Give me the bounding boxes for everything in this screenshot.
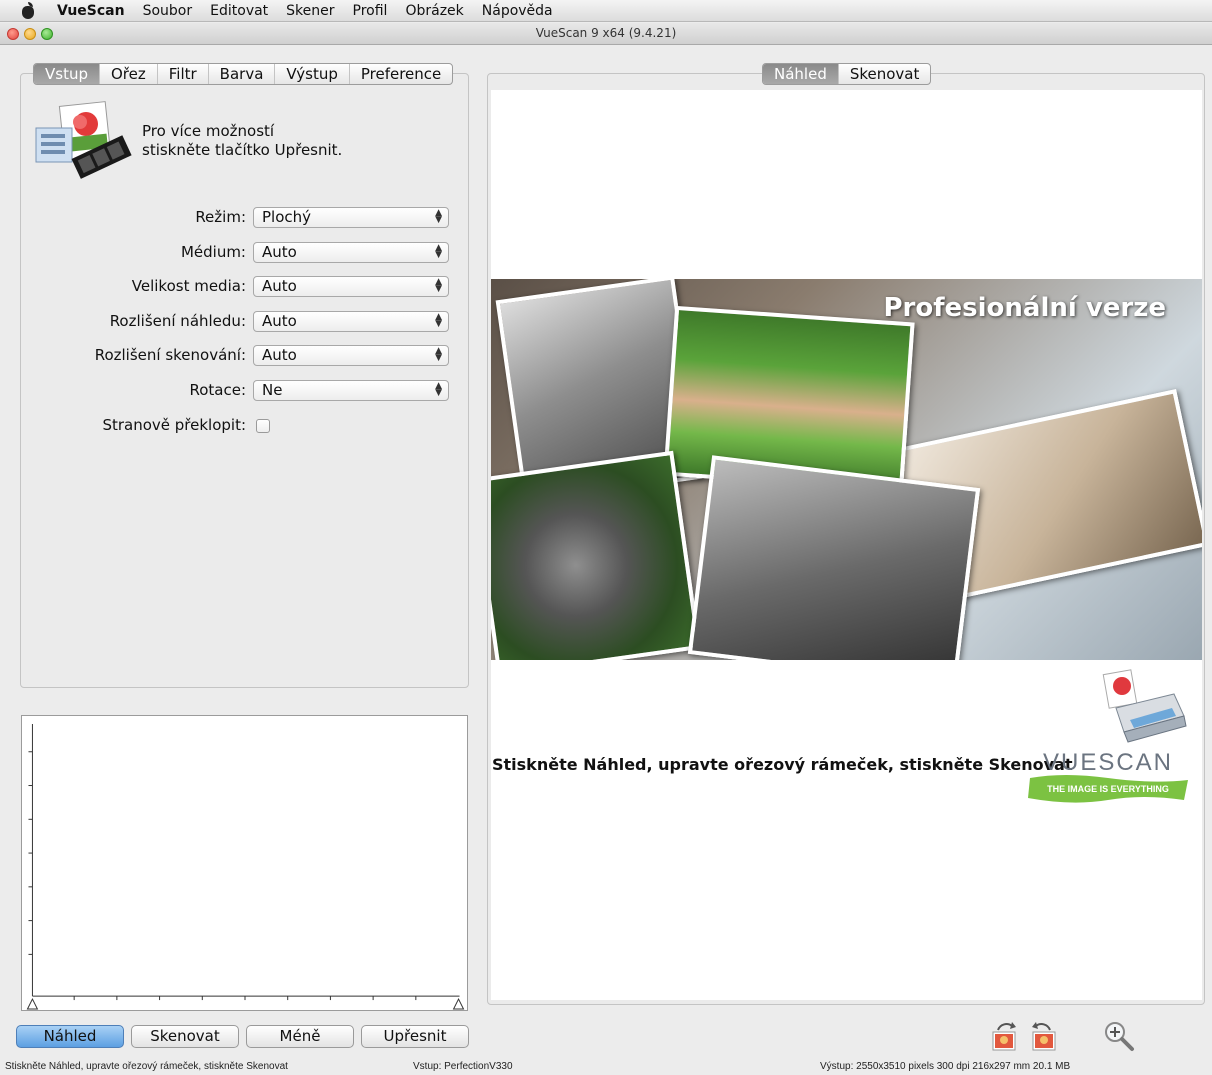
select-arrows-icon: ▲ ▼ <box>435 277 442 294</box>
tab-filtr[interactable]: Filtr <box>158 64 209 84</box>
menu-obrazek[interactable]: Obrázek <box>396 3 472 19</box>
row-preklopit: Stranově překlopit: <box>30 415 460 437</box>
apple-icon[interactable] <box>20 1 36 19</box>
scanner-icon <box>1102 669 1187 743</box>
settings-tabs: Vstup Ořez Filtr Barva Výstup Preference <box>33 63 454 85</box>
zoom-in-icon[interactable] <box>1102 1020 1136 1052</box>
tab-vstup[interactable]: Vstup <box>34 64 100 84</box>
preview-tabs: Náhled Skenovat <box>762 63 932 85</box>
status-input: Vstup: PerfectionV330 <box>413 1061 513 1072</box>
promo-title: Profesionální verze <box>883 293 1166 323</box>
upresnit-button[interactable]: Upřesnit <box>361 1025 469 1048</box>
select-rezim-value: Plochý <box>262 208 312 226</box>
preview-hint: Stiskněte Náhled, upravte ořezový rámeče… <box>492 755 1073 774</box>
menu-soubor[interactable]: Soubor <box>134 3 202 19</box>
select-medium[interactable]: Auto ▲ ▼ <box>253 242 449 263</box>
label-preklopit: Stranově překlopit: <box>102 416 246 434</box>
dog-photo <box>491 450 701 660</box>
row-rotace: Rotace: Ne ▲ ▼ <box>30 380 460 402</box>
select-rotace[interactable]: Ne ▲ ▼ <box>253 380 449 401</box>
label-rozliseni-skenovani: Rozlišení skenování: <box>94 346 246 364</box>
select-arrows-icon: ▲ ▼ <box>435 208 442 225</box>
zoom-window-button[interactable] <box>41 28 53 40</box>
menu-skener[interactable]: Skener <box>277 3 343 19</box>
status-output: Výstup: 2550x3510 pixels 300 dpi 216x297… <box>820 1061 1071 1072</box>
select-velikost[interactable]: Auto ▲ ▼ <box>253 276 449 297</box>
tab-orez[interactable]: Ořez <box>100 64 158 84</box>
minimize-window-button[interactable] <box>24 28 36 40</box>
select-rotace-value: Ne <box>262 381 283 399</box>
row-velikost: Velikost media: Auto ▲ ▼ <box>30 276 460 298</box>
tab-vystup[interactable]: Výstup <box>275 64 350 84</box>
scanner-info-icon <box>35 101 132 179</box>
logo-tagline: THE IMAGE IS EVERYTHING <box>1047 784 1169 794</box>
skenovat-button[interactable]: Skenovat <box>131 1025 239 1048</box>
tab-preference[interactable]: Preference <box>350 64 452 84</box>
select-rozliseni-nahledu-value: Auto <box>262 312 297 330</box>
black-point-handle <box>26 997 39 1010</box>
menu-profil[interactable]: Profil <box>344 3 397 19</box>
logo-text: VUESCAN <box>1043 749 1173 776</box>
promo-collage-image: Profesionální verze <box>491 279 1202 660</box>
close-window-button[interactable] <box>7 28 19 40</box>
label-velikost: Velikost media: <box>131 277 246 295</box>
white-point-handle <box>452 997 465 1010</box>
label-rezim: Režim: <box>195 208 246 226</box>
mene-button[interactable]: Méně <box>246 1025 354 1048</box>
tab-barva[interactable]: Barva <box>209 64 276 84</box>
rotate-left-icon[interactable] <box>990 1020 1020 1052</box>
label-medium: Médium: <box>180 243 246 261</box>
advanced-hint-line2: stiskněte tlačítko Upřesnit. <box>142 141 343 159</box>
window-titlebar: VueScan 9 x64 (9.4.21) <box>0 23 1212 45</box>
boys-bw-photo <box>687 455 981 660</box>
row-rezim: Režim: Plochý ▲ ▼ <box>30 207 460 229</box>
vuescan-logo: VUESCAN THE IMAGE IS EVERYTHING <box>1028 669 1188 803</box>
row-medium: Médium: Auto ▲ ▼ <box>30 242 460 264</box>
advanced-hint-line1: Pro více možností <box>142 122 275 140</box>
label-rozliseni-nahledu: Rozlišení náhledu: <box>109 312 246 330</box>
select-arrows-icon: ▲ ▼ <box>435 243 442 260</box>
label-rotace: Rotace: <box>189 381 246 399</box>
rotate-right-icon[interactable] <box>1028 1020 1058 1052</box>
status-hint: Stiskněte Náhled, upravte ořezový rámeče… <box>5 1061 288 1072</box>
select-rozliseni-skenovani-value: Auto <box>262 346 297 364</box>
select-rozliseni-skenovani[interactable]: Auto ▲ ▼ <box>253 345 449 366</box>
window-title: VueScan 9 x64 (9.4.21) <box>535 26 677 40</box>
nahled-button[interactable]: Náhled <box>16 1025 124 1048</box>
select-arrows-icon: ▲ ▼ <box>435 381 442 398</box>
histogram-panel <box>21 715 468 1011</box>
select-rozliseni-nahledu[interactable]: Auto ▲ ▼ <box>253 311 449 332</box>
select-arrows-icon: ▲ ▼ <box>435 312 442 329</box>
menu-app[interactable]: VueScan <box>48 3 134 19</box>
advanced-hint: Pro více možností stiskněte tlačítko Upř… <box>142 122 342 160</box>
row-rozliseni-skenovani: Rozlišení skenování: Auto ▲ ▼ <box>30 345 460 367</box>
select-rezim[interactable]: Plochý ▲ ▼ <box>253 207 449 228</box>
tab-skenovat[interactable]: Skenovat <box>839 64 931 84</box>
select-arrows-icon: ▲ ▼ <box>435 346 442 363</box>
tab-nahled[interactable]: Náhled <box>763 64 839 84</box>
menu-editovat[interactable]: Editovat <box>201 3 277 19</box>
status-bar: Stiskněte Náhled, upravte ořezový rámeče… <box>0 1058 1212 1075</box>
menu-bar: VueScan Soubor Editovat Skener Profil Ob… <box>0 0 1212 22</box>
row-rozliseni-nahledu: Rozlišení náhledu: Auto ▲ ▼ <box>30 311 460 333</box>
menu-napoveda[interactable]: Nápověda <box>473 3 562 19</box>
select-medium-value: Auto <box>262 243 297 261</box>
checkbox-preklopit[interactable] <box>256 419 270 433</box>
select-velikost-value: Auto <box>262 277 297 295</box>
